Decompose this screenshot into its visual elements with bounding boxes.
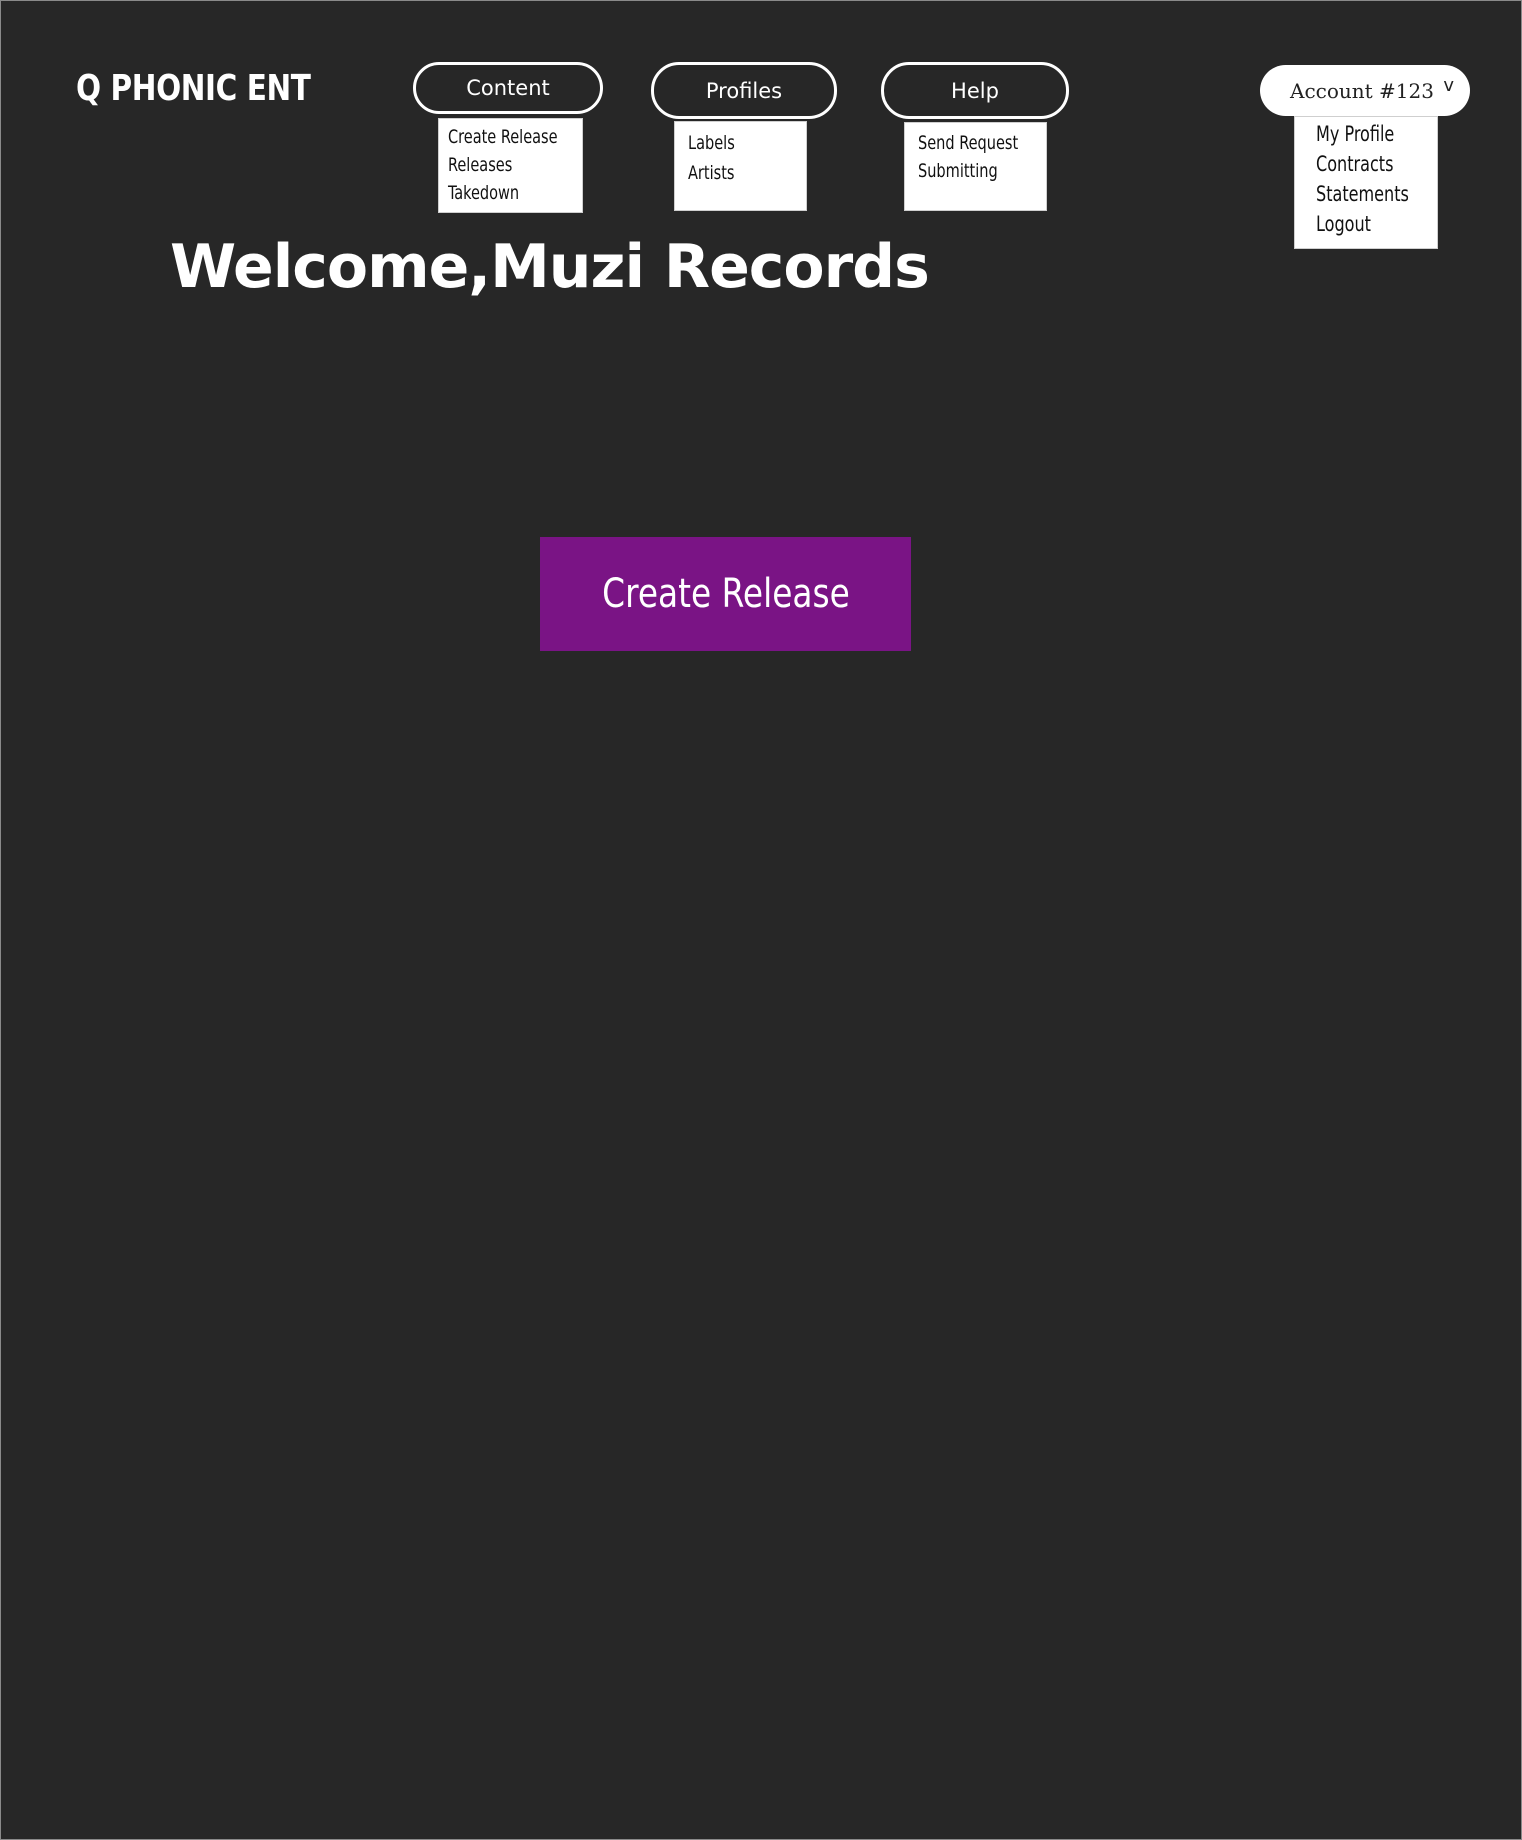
nav-profiles-button[interactable]: Profiles [651,62,837,119]
nav-profiles-label: Profiles [705,78,783,103]
help-dropdown-menu: Send Request Submitting [904,122,1047,211]
nav-help-button[interactable]: Help [881,62,1069,119]
account-label: Account #123 [1290,78,1434,103]
menu-item-statements[interactable]: Statements [1316,179,1419,209]
menu-item-submitting[interactable]: Submitting [918,157,1027,185]
nav-help-label: Help [951,78,999,103]
content-dropdown-menu: Create Release Releases Takedown [438,118,583,213]
menu-item-send-request[interactable]: Send Request [918,129,1027,157]
create-release-button[interactable]: Create Release [540,537,911,651]
account-dropdown-menu: My Profile Contracts Statements Logout [1294,116,1438,249]
chevron-down-icon: v [1443,75,1454,96]
menu-item-artists[interactable]: Artists [688,158,788,188]
menu-item-logout[interactable]: Logout [1316,209,1419,239]
brand-logo[interactable]: Q PHONIC ENT [76,68,311,109]
menu-item-takedown[interactable]: Takedown [448,179,562,207]
menu-item-create-release[interactable]: Create Release [448,123,562,151]
nav-content-button[interactable]: Content [413,62,603,114]
profiles-dropdown-menu: Labels Artists [674,121,807,211]
nav-content-label: Content [466,76,550,100]
menu-item-my-profile[interactable]: My Profile [1316,119,1419,149]
menu-item-releases[interactable]: Releases [448,151,562,179]
welcome-heading: Welcome,Muzi Records [170,232,930,302]
menu-item-labels[interactable]: Labels [688,128,788,158]
account-menu-button[interactable]: Account #123 v [1260,65,1470,116]
menu-item-contracts[interactable]: Contracts [1316,149,1419,179]
create-release-label: Create Release [601,571,850,617]
